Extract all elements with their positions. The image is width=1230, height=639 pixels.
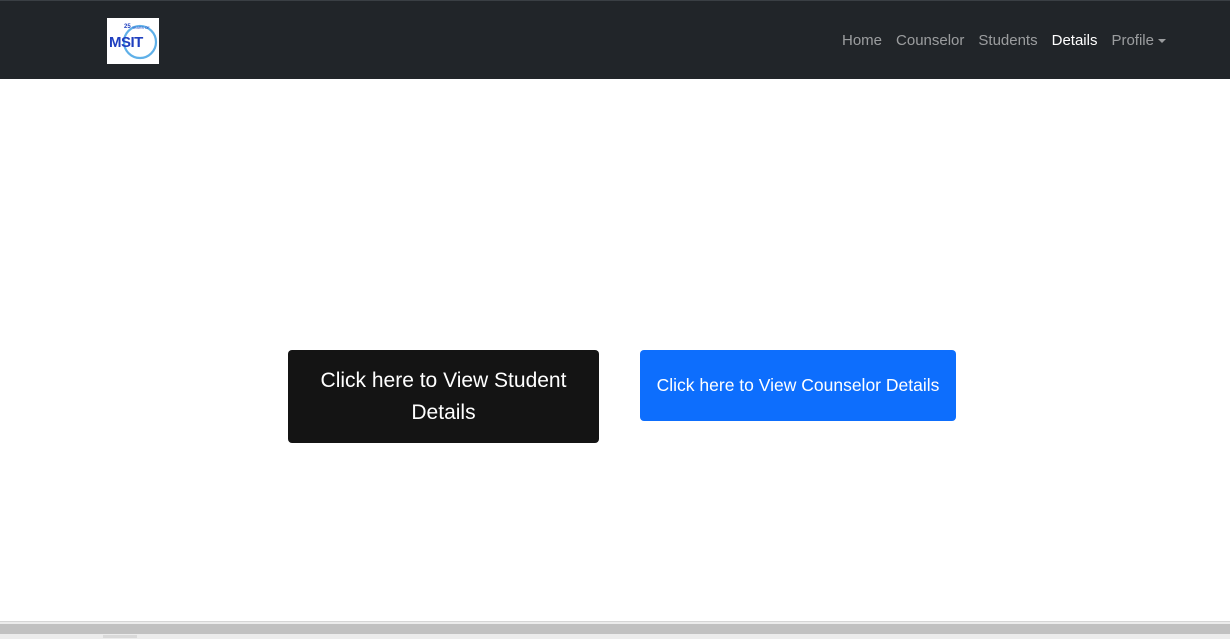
msit-logo[interactable]: 25 YEARS OF MSIT	[107, 18, 159, 64]
view-student-details-button[interactable]: Click here to View Student Details	[288, 350, 599, 443]
svg-text:YEARS OF: YEARS OF	[132, 26, 150, 30]
nav-link-details[interactable]: Details	[1045, 32, 1105, 49]
scrollbar-track-mark	[103, 635, 137, 638]
nav-link-profile-label: Profile	[1111, 32, 1154, 49]
svg-text:25: 25	[124, 24, 131, 30]
svg-text:MSIT: MSIT	[109, 34, 143, 51]
caret-down-icon	[1158, 38, 1166, 43]
msit-logo-graphic: 25 YEARS OF MSIT	[109, 24, 158, 60]
nav-link-counselor[interactable]: Counselor	[889, 32, 971, 49]
horizontal-scrollbar[interactable]	[0, 621, 1230, 639]
nav-link-home[interactable]: Home	[835, 32, 889, 49]
scrollbar-thumb[interactable]	[0, 624, 1230, 634]
nav-link-students[interactable]: Students	[971, 32, 1044, 49]
nav-links: Home Counselor Students Details Profile	[835, 1, 1173, 80]
top-navbar: 25 YEARS OF MSIT Home Counselor Students…	[0, 0, 1230, 79]
view-counselor-details-button[interactable]: Click here to View Counselor Details	[640, 350, 956, 421]
nav-link-profile-dropdown[interactable]: Profile	[1104, 32, 1173, 49]
